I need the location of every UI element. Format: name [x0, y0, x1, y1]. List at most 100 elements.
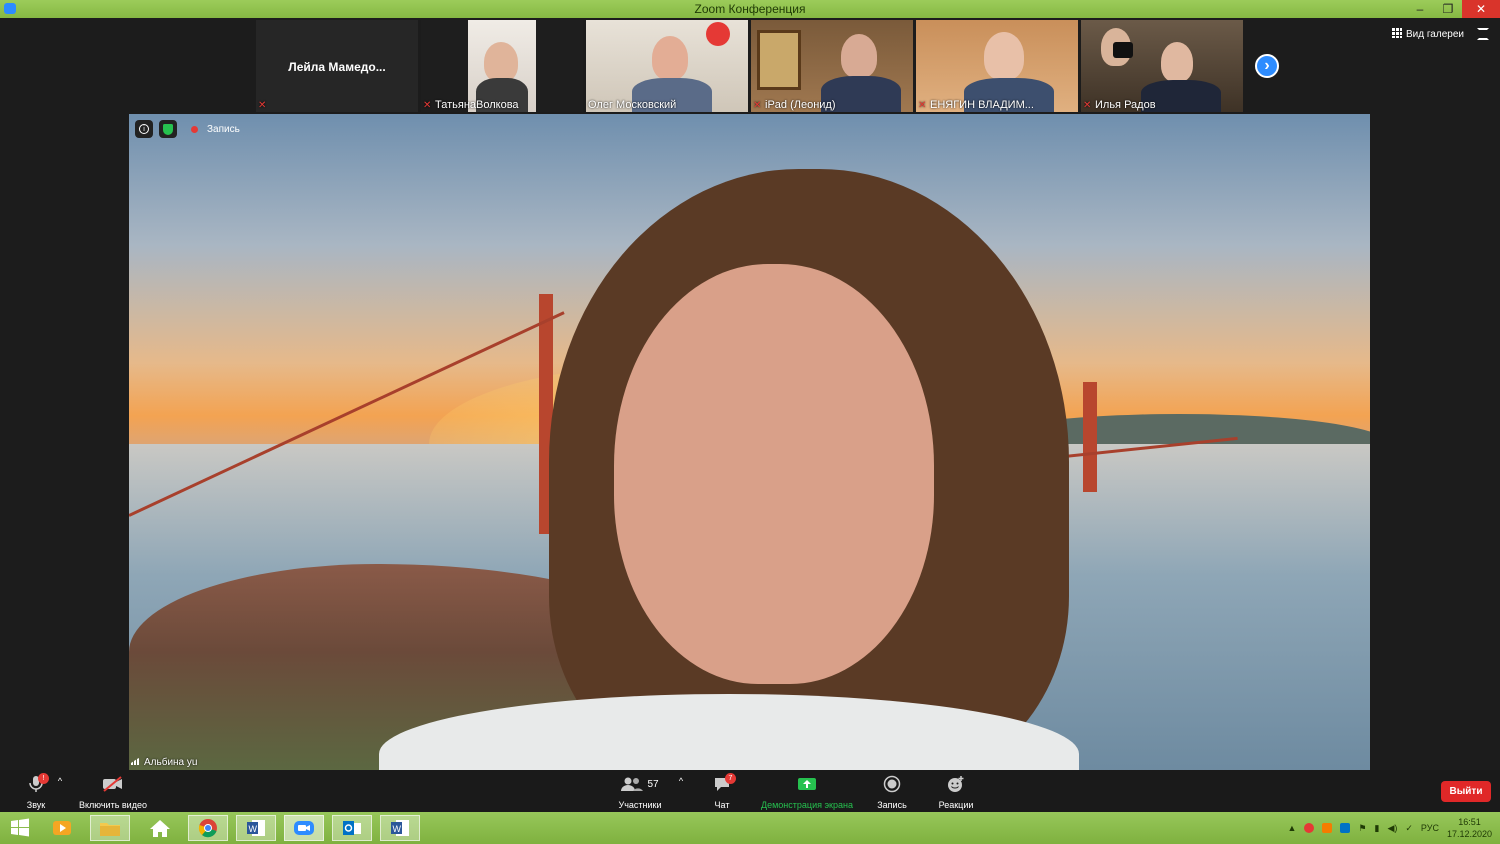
- windows-logo-icon: [11, 818, 29, 837]
- participant-face: [984, 32, 1024, 80]
- taskbar-word[interactable]: W: [236, 815, 276, 841]
- speaker-name: Альбина yu: [144, 757, 198, 768]
- word-icon: W: [391, 820, 409, 836]
- chat-unread-badge: 7: [725, 773, 736, 784]
- mic-muted-icon: ✕: [423, 100, 432, 111]
- participants-label: Участники: [618, 800, 662, 810]
- flag-icon[interactable]: ⚑: [1358, 823, 1366, 834]
- start-video-button[interactable]: Включить видео: [74, 774, 152, 810]
- taskbar-zoom[interactable]: [284, 815, 324, 841]
- taskbar-media-player[interactable]: [42, 815, 82, 841]
- gallery-view-button[interactable]: Вид галереи: [1392, 28, 1464, 40]
- antivirus-tray-icon[interactable]: [1304, 823, 1315, 833]
- network-icon[interactable]: ▮: [1375, 823, 1380, 834]
- audio-button[interactable]: ! Звук: [22, 773, 50, 810]
- camera-object: [1113, 42, 1133, 58]
- recording-label: Запись: [207, 123, 240, 135]
- meeting-toolbar: ! Звук ^ Включить видео 57 Участники ^ 7…: [0, 770, 1500, 812]
- participant-tile[interactable]: ✕ iPad (Леонид): [751, 20, 913, 112]
- participant-label: ✕ Илья Радов: [1083, 99, 1156, 111]
- minimize-button[interactable]: –: [1406, 0, 1434, 18]
- taskbar-outlook[interactable]: [332, 815, 372, 841]
- clock[interactable]: 16:51 17.12.2020: [1447, 816, 1492, 840]
- chrome-icon: [198, 819, 217, 838]
- system-tray: ▲ ⚑ ▮ ◀) ✓ РУС 16:51 17.12.2020: [1288, 816, 1493, 840]
- info-icon[interactable]: i: [135, 120, 153, 138]
- tray-expand-icon[interactable]: ▲: [1288, 823, 1297, 833]
- reactions-button[interactable]: Реакции: [933, 774, 979, 810]
- participant-tile[interactable]: Олег Московский: [586, 20, 748, 112]
- chat-label: Чат: [714, 800, 730, 810]
- folder-icon: [100, 823, 120, 836]
- share-screen-icon: [798, 778, 816, 790]
- start-button[interactable]: [0, 815, 40, 841]
- close-button[interactable]: ✕: [1462, 0, 1500, 18]
- participant-tile[interactable]: Лейла Мамедо... ✕: [256, 20, 418, 112]
- participant-name-large: Лейла Мамедо...: [288, 60, 386, 74]
- restore-button[interactable]: ❐: [1434, 0, 1462, 18]
- grid-icon: [1392, 28, 1402, 38]
- meeting-info-overlay: i Запись: [135, 120, 240, 138]
- taskbar-file-explorer[interactable]: [90, 815, 130, 841]
- audio-label: Звук: [26, 800, 46, 810]
- wall-picture: [757, 30, 801, 90]
- participants-options-caret[interactable]: ^: [676, 776, 686, 786]
- window-title: Zoom Конференция: [694, 2, 806, 16]
- record-button[interactable]: Запись: [872, 774, 912, 810]
- zoom-icon: [294, 821, 314, 835]
- leave-meeting-button[interactable]: Выйти: [1441, 781, 1491, 802]
- meeting-stage: Лейла Мамедо... ✕ ✕ ТатьянаВолкова Олег М…: [0, 18, 1500, 770]
- record-icon: [883, 775, 901, 793]
- participant-face: [484, 42, 518, 82]
- participant-face: [652, 36, 688, 80]
- security-tray-icon[interactable]: ✓: [1405, 823, 1413, 834]
- fullscreen-icon[interactable]: [1477, 28, 1489, 40]
- info-glyph: i: [139, 124, 149, 134]
- participant-name: iPad (Леонид): [765, 99, 836, 111]
- language-indicator[interactable]: РУС: [1421, 823, 1439, 833]
- participant-name: Илья Радов: [1095, 99, 1156, 111]
- taskbar-word-2[interactable]: W: [380, 815, 420, 841]
- participants-button[interactable]: 57 Участники: [612, 774, 668, 810]
- volume-icon[interactable]: ◀): [1387, 823, 1397, 834]
- participant-tile[interactable]: ✕ ЕНЯГИН ВЛАДИМ...: [916, 20, 1078, 112]
- participants-count: 57: [647, 778, 659, 790]
- recording-dot-icon: [191, 125, 198, 133]
- taskbar-chrome[interactable]: [188, 815, 228, 841]
- outlook-icon: [343, 821, 361, 835]
- audio-alert-badge: !: [38, 773, 49, 784]
- participant-name: ТатьянаВолкова: [435, 99, 519, 111]
- next-page-button[interactable]: ›: [1255, 54, 1279, 78]
- outlook-tray-icon[interactable]: [1340, 823, 1351, 833]
- balloon-decoration: [706, 22, 730, 46]
- app-tray-icon[interactable]: [1322, 823, 1333, 833]
- speaker-name-label: Альбина yu: [131, 757, 197, 768]
- share-screen-button[interactable]: Демонстрация экрана: [756, 774, 858, 810]
- chat-button[interactable]: 7 Чат: [708, 773, 736, 810]
- share-screen-label: Демонстрация экрана: [761, 800, 853, 810]
- participant-tile[interactable]: ✕ Илья Радов: [1081, 20, 1243, 112]
- speaker-face: [614, 264, 934, 684]
- active-speaker-video: i Запись Альбина yu: [129, 114, 1370, 770]
- home-icon: [150, 820, 170, 837]
- participant-label: ✕ ТатьянаВолкова: [423, 99, 519, 111]
- windows-taskbar: W W ▲ ⚑ ▮ ◀) ✓ РУС 16:51 17.12.2020: [0, 812, 1500, 844]
- taskbar-home[interactable]: [140, 815, 180, 841]
- participant-label: Олег Московский: [588, 99, 676, 111]
- mic-muted-icon: ✕: [753, 100, 762, 111]
- word-icon: W: [247, 820, 265, 836]
- svg-text:W: W: [393, 824, 402, 834]
- reactions-icon: [948, 776, 964, 792]
- mic-muted-icon: ✕: [258, 100, 267, 111]
- start-video-label: Включить видео: [79, 800, 147, 810]
- participant-label: ✕ iPad (Леонид): [753, 99, 836, 111]
- participant-face: [1161, 42, 1193, 82]
- gallery-view-label: Вид галереи: [1406, 29, 1464, 40]
- participant-tile[interactable]: ✕ ТатьянаВолкова: [421, 20, 583, 112]
- record-label: Запись: [877, 800, 907, 810]
- mic-muted-icon: ✕: [918, 100, 927, 111]
- bridge-tower: [1083, 382, 1097, 492]
- audio-options-caret[interactable]: ^: [55, 776, 65, 786]
- window-titlebar: Zoom Конференция – ❐ ✕: [0, 0, 1500, 18]
- security-shield-icon[interactable]: [159, 120, 177, 138]
